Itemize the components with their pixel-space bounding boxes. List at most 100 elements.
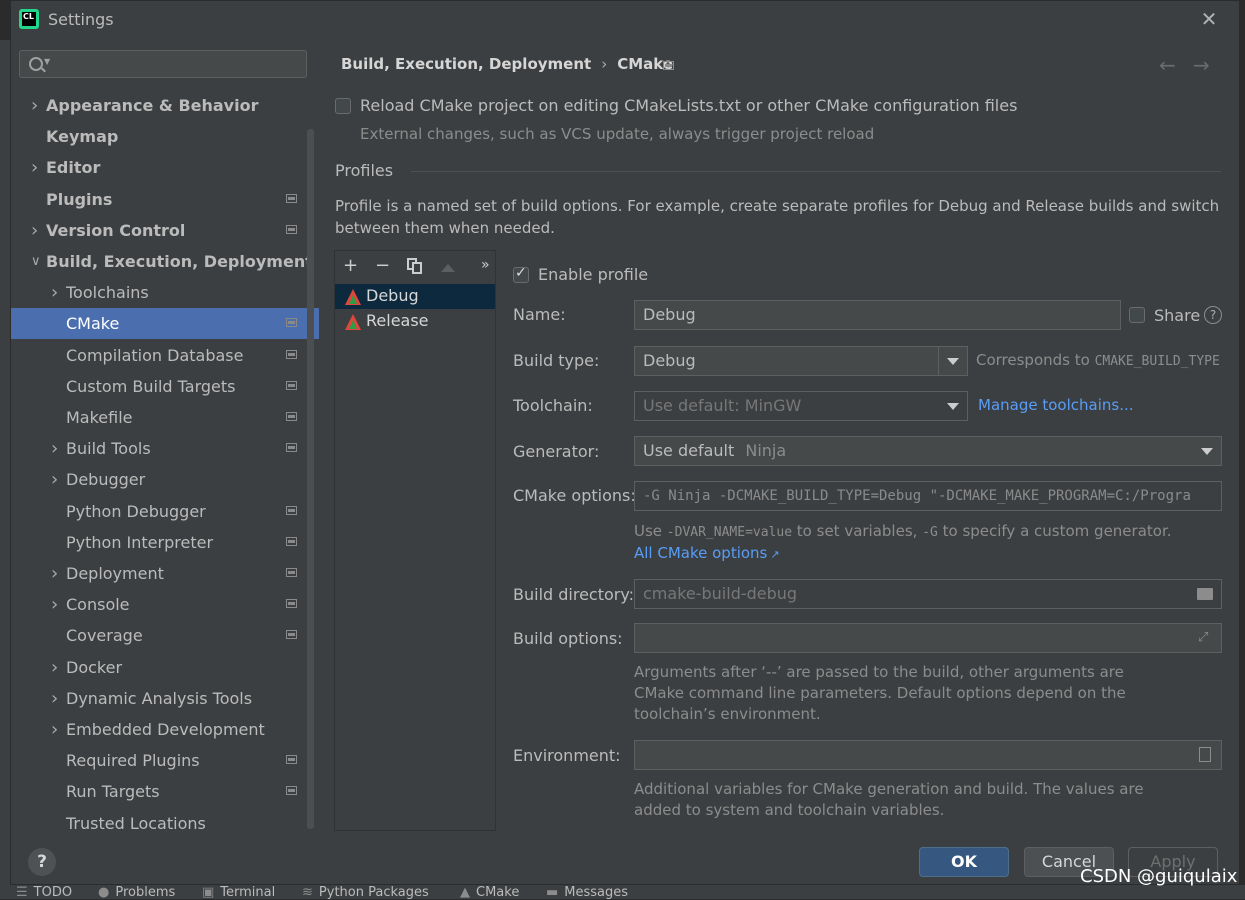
sidebar-item-compilation-database[interactable]: Compilation Database — [11, 340, 319, 371]
remove-profile-button[interactable]: − — [375, 255, 390, 276]
sidebar-item-build-tools[interactable]: › Build Tools — [11, 433, 319, 464]
hint-code: -DVAR_NAME=value — [666, 525, 793, 540]
bottom-tab-todo[interactable]: ☰ TODO — [16, 885, 72, 900]
ok-button[interactable]: OK — [919, 847, 1009, 877]
packages-icon: ≋ — [302, 885, 313, 900]
bottom-tab-cmake[interactable]: ▲ CMake — [460, 885, 519, 900]
cmake-options-input[interactable]: -G Ninja -DCMAKE_BUILD_TYPE=Debug "-DCMA… — [634, 481, 1222, 511]
profile-name-input[interactable]: Debug — [634, 300, 1121, 330]
bottom-tab-messages[interactable]: ▬ Messages — [546, 885, 628, 900]
bottom-tab-python-packages[interactable]: ≋ Python Packages — [302, 885, 429, 900]
sidebar-scrollbar[interactable] — [307, 129, 314, 829]
chevron-right-icon[interactable]: › — [51, 714, 58, 745]
search-history-dropdown-icon[interactable]: ▼ — [44, 57, 50, 66]
folder-icon[interactable] — [1197, 588, 1213, 600]
search-icon — [29, 57, 43, 71]
sidebar-item-coverage[interactable]: Coverage — [11, 620, 319, 651]
breadcrumb-parent[interactable]: Build, Execution, Deployment — [341, 55, 591, 73]
build-directory-input[interactable]: cmake-build-debug — [634, 579, 1222, 609]
all-cmake-options-link[interactable]: All CMake options ↗ — [634, 544, 780, 562]
edit-environment-icon[interactable] — [1199, 747, 1211, 762]
more-actions-icon[interactable]: » — [481, 257, 490, 273]
project-settings-icon — [286, 224, 297, 234]
chevron-down-icon — [947, 358, 959, 365]
chevron-right-icon[interactable]: › — [31, 152, 38, 183]
chevron-right-icon[interactable]: › — [51, 589, 58, 620]
sidebar-item-console[interactable]: › Console — [11, 589, 319, 620]
manage-toolchains-link[interactable]: Manage toolchains... — [978, 396, 1134, 414]
add-profile-button[interactable]: + — [343, 255, 358, 276]
reload-on-edit-checkbox[interactable] — [335, 98, 351, 114]
sidebar-item-docker[interactable]: › Docker — [11, 652, 319, 683]
cmake-profile-icon — [345, 314, 361, 330]
todo-icon: ☰ — [16, 885, 28, 900]
cmake-options-hint: Use -DVAR_NAME=value to set variables, -… — [634, 522, 1172, 540]
project-settings-icon — [286, 380, 297, 390]
sidebar-item-editor[interactable]: › Editor — [11, 152, 319, 183]
move-up-icon[interactable] — [441, 264, 455, 272]
chevron-right-icon[interactable]: › — [51, 277, 58, 308]
bottom-tab-problems[interactable]: ● Problems — [98, 885, 175, 900]
chevron-right-icon[interactable]: › — [31, 215, 38, 246]
chevron-right-icon[interactable]: › — [51, 652, 58, 683]
copy-profile-button[interactable] — [407, 258, 422, 274]
chevron-down-icon[interactable]: ∨ — [31, 246, 41, 277]
cmake-options-label: CMake options: — [513, 486, 636, 505]
generator-combobox[interactable]: Use default Ninja — [634, 436, 1222, 466]
sidebar-item-toolchains[interactable]: › Toolchains — [11, 277, 319, 308]
back-arrow-icon[interactable]: ← — [1159, 53, 1176, 77]
sidebar-item-custom-build-targets[interactable]: Custom Build Targets — [11, 371, 319, 402]
sidebar-item-build-execution-deployment[interactable]: ∨ Build, Execution, Deployment — [11, 246, 319, 277]
build-directory-label: Build directory: — [513, 585, 635, 604]
generator-value: Use default — [643, 441, 735, 460]
enable-profile-checkbox[interactable] — [513, 265, 529, 283]
chevron-right-icon[interactable]: › — [51, 464, 58, 495]
expand-icon[interactable]: ⤢ — [1198, 630, 1208, 645]
sidebar-item-embedded-development[interactable]: › Embedded Development — [11, 714, 319, 745]
environment-input[interactable] — [634, 740, 1222, 770]
ide-background-strip — [0, 40, 10, 890]
sidebar-item-run-targets[interactable]: Run Targets — [11, 776, 319, 807]
share-checkbox[interactable] — [1129, 307, 1145, 323]
title-bar: CL Settings ✕ — [11, 1, 1241, 39]
chevron-right-icon[interactable]: › — [51, 683, 58, 714]
reload-hint: External changes, such as VCS update, al… — [360, 125, 875, 143]
sidebar-item-python-debugger[interactable]: Python Debugger — [11, 496, 319, 527]
sidebar-item-plugins[interactable]: Plugins — [11, 184, 319, 215]
chevron-right-icon[interactable]: › — [31, 90, 38, 121]
sidebar-item-python-interpreter[interactable]: Python Interpreter — [11, 527, 319, 558]
build-options-input[interactable] — [634, 623, 1222, 653]
profile-name: Release — [366, 311, 429, 330]
profile-name: Debug — [366, 286, 419, 305]
sidebar-item-dynamic-analysis-tools[interactable]: › Dynamic Analysis Tools — [11, 683, 319, 714]
sidebar-item-version-control[interactable]: › Version Control — [11, 215, 319, 246]
close-icon[interactable]: ✕ — [1197, 7, 1221, 31]
sidebar-item-required-plugins[interactable]: Required Plugins — [11, 745, 319, 776]
sidebar-item-label: Custom Build Targets — [66, 376, 236, 396]
name-label: Name: — [513, 305, 566, 324]
profile-item-release[interactable]: Release — [335, 309, 495, 334]
sidebar-item-label: Plugins — [46, 189, 113, 209]
sidebar-item-makefile[interactable]: Makefile — [11, 402, 319, 433]
forward-arrow-icon[interactable]: → — [1193, 53, 1210, 77]
profiles-description-line2: between them when needed. — [335, 219, 555, 237]
sidebar-item-trusted-locations[interactable]: Trusted Locations — [11, 808, 319, 831]
bottom-tab-terminal[interactable]: ▣ Terminal — [202, 885, 275, 900]
build-type-combobox[interactable]: Debug — [634, 346, 968, 376]
sidebar-item-label: CMake — [66, 314, 120, 334]
sidebar-item-cmake[interactable]: CMake — [11, 308, 319, 340]
external-link-icon: ↗ — [770, 548, 780, 561]
chevron-right-icon[interactable]: › — [51, 558, 58, 589]
chevron-right-icon[interactable]: › — [51, 433, 58, 464]
settings-search-input[interactable]: ▼ — [19, 50, 307, 78]
profile-item-debug[interactable]: Debug — [335, 284, 495, 309]
toolchain-combobox[interactable]: Use default: MinGW — [634, 391, 968, 421]
sidebar-item-deployment[interactable]: › Deployment — [11, 558, 319, 589]
share-help-icon[interactable]: ? — [1204, 306, 1222, 324]
sidebar-item-debugger[interactable]: › Debugger — [11, 464, 319, 495]
sidebar-item-keymap[interactable]: Keymap — [11, 121, 319, 152]
sidebar-item-appearance-behavior[interactable]: › Appearance & Behavior — [11, 90, 319, 121]
cmake-icon: ▲ — [460, 885, 470, 900]
hint-line: added to system and toolchain variables. — [634, 801, 945, 819]
help-button[interactable]: ? — [28, 848, 56, 876]
